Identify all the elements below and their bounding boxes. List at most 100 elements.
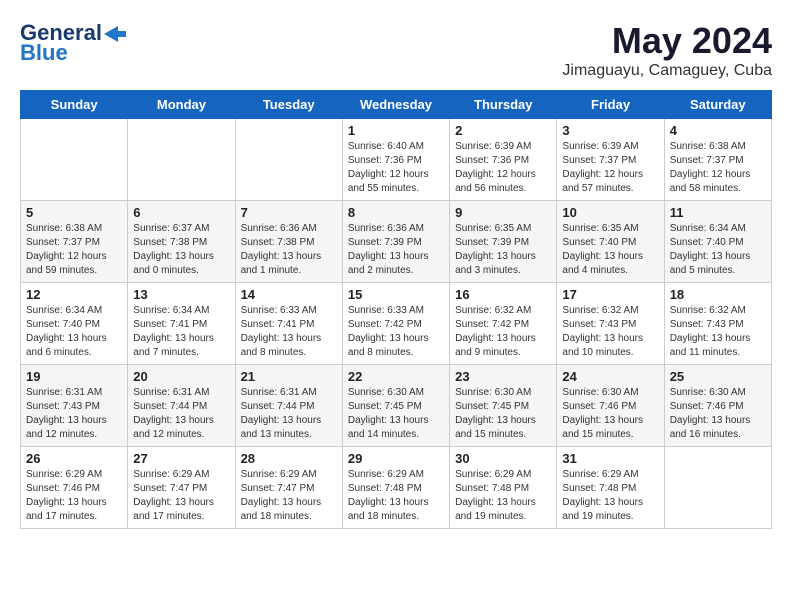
day-number: 16	[455, 287, 551, 302]
day-number: 3	[562, 123, 658, 138]
calendar-cell: 4Sunrise: 6:38 AM Sunset: 7:37 PM Daylig…	[664, 119, 771, 201]
day-info: Sunrise: 6:34 AM Sunset: 7:40 PM Dayligh…	[670, 222, 766, 278]
calendar-cell: 14 Sunrise: 6:33 AM Sunset: 7:41 PM Dayli…	[235, 283, 342, 365]
calendar-cell: 31Sunrise: 6:29 AM Sunset: 7:48 PM Dayli…	[557, 447, 664, 529]
calendar-cell: 9Sunrise: 6:35 AM Sunset: 7:39 PM Daylig…	[450, 201, 557, 283]
weekday-header-saturday: Saturday	[664, 91, 771, 119]
calendar-cell: 8Sunrise: 6:36 AM Sunset: 7:39 PM Daylig…	[342, 201, 449, 283]
calendar-week-row: 19 Sunrise: 6:31 AM Sunset: 7:43 PM Dayli…	[21, 365, 772, 447]
day-info: Sunrise: 6:29 AM Sunset: 7:46 PM Dayligh…	[26, 468, 122, 524]
day-number: 21	[241, 369, 337, 384]
day-info: Sunrise: 6:32 AM Sunset: 7:42 PM Dayligh…	[455, 304, 551, 360]
weekday-header-sunday: Sunday	[21, 91, 128, 119]
weekday-header-row: SundayMondayTuesdayWednesdayThursdayFrid…	[21, 91, 772, 119]
day-number: 15	[348, 287, 444, 302]
day-info: Sunrise: 6:30 AM Sunset: 7:45 PM Dayligh…	[455, 386, 551, 442]
calendar-cell: 7 Sunrise: 6:36 AM Sunset: 7:38 PM Daylig…	[235, 201, 342, 283]
day-number: 23	[455, 369, 551, 384]
day-info: Sunrise: 6:29 AM Sunset: 7:47 PM Dayligh…	[133, 468, 229, 524]
calendar-week-row: 26Sunrise: 6:29 AM Sunset: 7:46 PM Dayli…	[21, 447, 772, 529]
day-info: Sunrise: 6:31 AM Sunset: 7:44 PM Dayligh…	[241, 386, 337, 442]
calendar-cell: 21 Sunrise: 6:31 AM Sunset: 7:44 PM Dayli…	[235, 365, 342, 447]
calendar-cell: 2 Sunrise: 6:39 AM Sunset: 7:36 PM Daylig…	[450, 119, 557, 201]
calendar-cell	[664, 447, 771, 529]
calendar-table: SundayMondayTuesdayWednesdayThursdayFrid…	[20, 90, 772, 529]
day-number: 18	[670, 287, 766, 302]
logo-blue: Blue	[20, 40, 68, 66]
location: Jimaguayu, Camaguey, Cuba	[562, 62, 772, 80]
day-number: 14	[241, 287, 337, 302]
title-block: May 2024 Jimaguayu, Camaguey, Cuba	[562, 20, 772, 80]
day-info: Sunrise: 6:29 AM Sunset: 7:48 PM Dayligh…	[562, 468, 658, 524]
day-info: Sunrise: 6:31 AM Sunset: 7:44 PM Dayligh…	[133, 386, 229, 442]
calendar-cell: 19 Sunrise: 6:31 AM Sunset: 7:43 PM Dayli…	[21, 365, 128, 447]
day-info: Sunrise: 6:38 AM Sunset: 7:37 PM Dayligh…	[670, 140, 766, 196]
day-number: 30	[455, 451, 551, 466]
calendar-cell: 20 Sunrise: 6:31 AM Sunset: 7:44 PM Dayli…	[128, 365, 235, 447]
day-info: Sunrise: 6:33 AM Sunset: 7:42 PM Dayligh…	[348, 304, 444, 360]
day-number: 19	[26, 369, 122, 384]
day-info: Sunrise: 6:39 AM Sunset: 7:36 PM Dayligh…	[455, 140, 551, 196]
day-info: Sunrise: 6:31 AM Sunset: 7:43 PM Dayligh…	[26, 386, 122, 442]
day-number: 1	[348, 123, 444, 138]
day-info: Sunrise: 6:32 AM Sunset: 7:43 PM Dayligh…	[562, 304, 658, 360]
day-number: 12	[26, 287, 122, 302]
day-info: Sunrise: 6:36 AM Sunset: 7:39 PM Dayligh…	[348, 222, 444, 278]
calendar-cell: 28 Sunrise: 6:29 AM Sunset: 7:47 PM Dayli…	[235, 447, 342, 529]
day-number: 7	[241, 205, 337, 220]
weekday-header-thursday: Thursday	[450, 91, 557, 119]
calendar-week-row: 12 Sunrise: 6:34 AM Sunset: 7:40 PM Dayli…	[21, 283, 772, 365]
weekday-header-tuesday: Tuesday	[235, 91, 342, 119]
day-info: Sunrise: 6:29 AM Sunset: 7:48 PM Dayligh…	[348, 468, 444, 524]
day-info: Sunrise: 6:32 AM Sunset: 7:43 PM Dayligh…	[670, 304, 766, 360]
day-info: Sunrise: 6:36 AM Sunset: 7:38 PM Dayligh…	[241, 222, 337, 278]
day-info: Sunrise: 6:39 AM Sunset: 7:37 PM Dayligh…	[562, 140, 658, 196]
logo-arrow-icon	[104, 26, 126, 42]
calendar-cell: 15 Sunrise: 6:33 AM Sunset: 7:42 PM Dayli…	[342, 283, 449, 365]
day-info: Sunrise: 6:33 AM Sunset: 7:41 PM Dayligh…	[241, 304, 337, 360]
calendar-cell: 29Sunrise: 6:29 AM Sunset: 7:48 PM Dayli…	[342, 447, 449, 529]
calendar-cell: 30Sunrise: 6:29 AM Sunset: 7:48 PM Dayli…	[450, 447, 557, 529]
day-info: Sunrise: 6:30 AM Sunset: 7:46 PM Dayligh…	[562, 386, 658, 442]
calendar-cell: 13Sunrise: 6:34 AM Sunset: 7:41 PM Dayli…	[128, 283, 235, 365]
calendar-cell: 26Sunrise: 6:29 AM Sunset: 7:46 PM Dayli…	[21, 447, 128, 529]
day-number: 22	[348, 369, 444, 384]
day-info: Sunrise: 6:38 AM Sunset: 7:37 PM Dayligh…	[26, 222, 122, 278]
calendar-cell: 3 Sunrise: 6:39 AM Sunset: 7:37 PM Daylig…	[557, 119, 664, 201]
calendar-cell: 23 Sunrise: 6:30 AM Sunset: 7:45 PM Dayli…	[450, 365, 557, 447]
day-number: 5	[26, 205, 122, 220]
day-number: 9	[455, 205, 551, 220]
day-number: 20	[133, 369, 229, 384]
day-number: 6	[133, 205, 229, 220]
calendar-cell: 5 Sunrise: 6:38 AM Sunset: 7:37 PM Daylig…	[21, 201, 128, 283]
page-header: General Blue May 2024 Jimaguayu, Camague…	[20, 20, 772, 80]
day-number: 25	[670, 369, 766, 384]
calendar-cell: 25Sunrise: 6:30 AM Sunset: 7:46 PM Dayli…	[664, 365, 771, 447]
day-number: 10	[562, 205, 658, 220]
calendar-cell: 12 Sunrise: 6:34 AM Sunset: 7:40 PM Dayli…	[21, 283, 128, 365]
day-number: 2	[455, 123, 551, 138]
calendar-cell	[128, 119, 235, 201]
day-number: 28	[241, 451, 337, 466]
day-info: Sunrise: 6:40 AM Sunset: 7:36 PM Dayligh…	[348, 140, 444, 196]
calendar-cell: 24 Sunrise: 6:30 AM Sunset: 7:46 PM Dayli…	[557, 365, 664, 447]
calendar-cell: 6Sunrise: 6:37 AM Sunset: 7:38 PM Daylig…	[128, 201, 235, 283]
day-info: Sunrise: 6:29 AM Sunset: 7:47 PM Dayligh…	[241, 468, 337, 524]
day-number: 17	[562, 287, 658, 302]
day-info: Sunrise: 6:35 AM Sunset: 7:40 PM Dayligh…	[562, 222, 658, 278]
calendar-cell: 22 Sunrise: 6:30 AM Sunset: 7:45 PM Dayli…	[342, 365, 449, 447]
day-info: Sunrise: 6:34 AM Sunset: 7:40 PM Dayligh…	[26, 304, 122, 360]
calendar-cell	[21, 119, 128, 201]
logo: General Blue	[20, 20, 126, 66]
day-info: Sunrise: 6:30 AM Sunset: 7:45 PM Dayligh…	[348, 386, 444, 442]
calendar-cell: 10 Sunrise: 6:35 AM Sunset: 7:40 PM Dayli…	[557, 201, 664, 283]
calendar-week-row: 1 Sunrise: 6:40 AM Sunset: 7:36 PM Daylig…	[21, 119, 772, 201]
day-number: 27	[133, 451, 229, 466]
day-number: 11	[670, 205, 766, 220]
calendar-cell	[235, 119, 342, 201]
day-number: 13	[133, 287, 229, 302]
weekday-header-monday: Monday	[128, 91, 235, 119]
calendar-cell: 17 Sunrise: 6:32 AM Sunset: 7:43 PM Dayli…	[557, 283, 664, 365]
day-number: 24	[562, 369, 658, 384]
weekday-header-wednesday: Wednesday	[342, 91, 449, 119]
